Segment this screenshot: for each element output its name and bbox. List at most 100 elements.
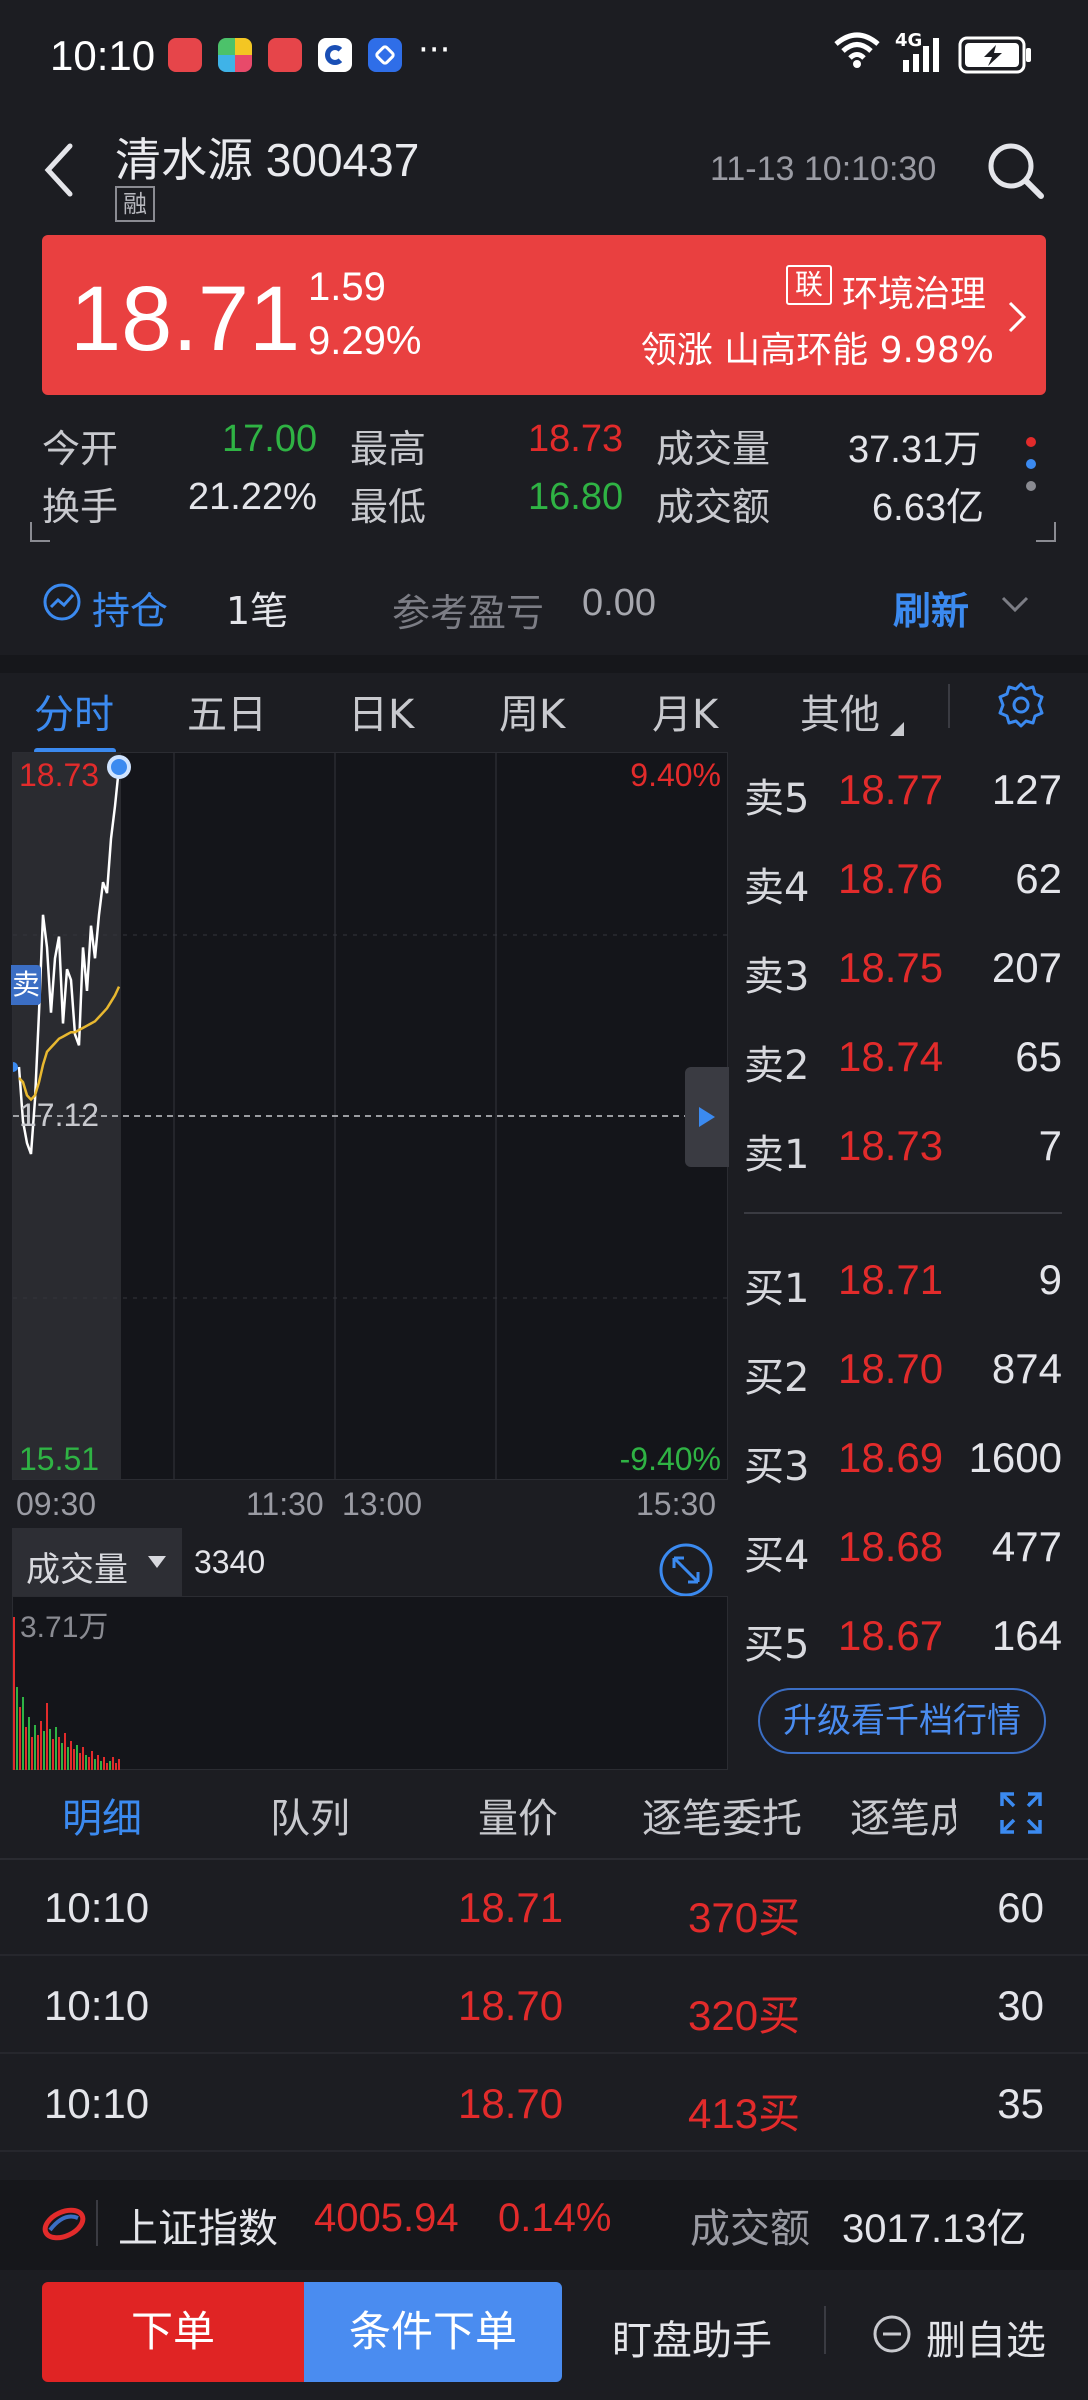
index-amount-label: 成交额 — [690, 2206, 810, 2252]
chevron-down-icon[interactable] — [1000, 594, 1030, 614]
ask-volume: 127 — [991, 766, 1062, 813]
ask-volume: 65 — [1015, 1033, 1062, 1080]
tab-queue[interactable]: 队列 — [270, 1786, 350, 1844]
tab-other[interactable]: 其他 — [800, 682, 880, 740]
indicator-label: 成交量 — [26, 1550, 128, 1590]
dropdown-icon — [148, 1556, 166, 1568]
sell-marker[interactable]: 卖 — [11, 965, 41, 1005]
gear-icon[interactable] — [996, 680, 1046, 730]
status-bar: 10:10 ··· 4G — [0, 0, 1088, 110]
ask-price: 18.77 — [838, 766, 944, 813]
bid-price: 18.71 — [838, 1256, 944, 1303]
bid-label: 买2 — [744, 1355, 810, 1401]
bid-row[interactable]: 买3 18.69 1600 — [744, 1434, 1062, 1494]
ask-price: 18.76 — [838, 855, 944, 902]
trade-point-dot — [13, 1062, 18, 1072]
refresh-button[interactable]: 刷新 — [893, 580, 969, 635]
price-change-pct: 9.29% — [308, 319, 422, 363]
ask-label: 卖3 — [744, 954, 810, 1000]
bid-volume: 874 — [991, 1345, 1062, 1392]
position-label[interactable]: 持仓 — [92, 580, 168, 635]
section-divider — [0, 655, 1088, 673]
bid-price: 18.68 — [838, 1523, 944, 1570]
order-book-toggle[interactable] — [685, 1067, 729, 1167]
index-amount-value: 3017.13亿 — [842, 2207, 1027, 2251]
chart-base-price: 17.12 — [19, 1097, 100, 1133]
corner-mark — [30, 522, 50, 542]
time-tick: 11:30 — [246, 1486, 324, 1522]
colorful-app-icon — [218, 38, 252, 72]
bid-volume: 9 — [1038, 1256, 1062, 1303]
tab-volume-price[interactable]: 量价 — [478, 1786, 558, 1844]
blue-app-icon — [368, 38, 402, 72]
bid-volume: 164 — [991, 1612, 1062, 1659]
position-trend-icon — [43, 583, 81, 621]
signal-icon — [903, 38, 939, 72]
ask-price: 18.75 — [838, 944, 944, 991]
fullscreen-icon[interactable] — [998, 1790, 1044, 1836]
huawei-app-icon — [268, 38, 302, 72]
bid-volume: 477 — [991, 1523, 1062, 1570]
bid-row[interactable]: 买2 18.70 874 — [744, 1345, 1062, 1405]
index-logo-icon — [42, 2207, 86, 2241]
ask-row[interactable]: 卖4 18.76 62 — [744, 855, 1062, 915]
ask-label: 卖4 — [744, 865, 810, 911]
tab-detail[interactable]: 明细 — [62, 1786, 142, 1844]
ask-row[interactable]: 卖3 18.75 207 — [744, 944, 1062, 1004]
bid-label: 买1 — [744, 1266, 810, 1312]
tab-month-k[interactable]: 月K — [652, 682, 718, 740]
intraday-chart[interactable]: 18.73 9.40% 17.12 15.51 -9.40% 卖 — [11, 752, 729, 1480]
ask-label: 卖2 — [744, 1043, 810, 1089]
tab-trade-by-trade[interactable]: 逐笔成交 — [850, 1786, 956, 1844]
status-time: 10:10 — [50, 32, 156, 79]
ask-price: 18.73 — [838, 1122, 944, 1169]
expand-chart-icon[interactable] — [658, 1542, 714, 1598]
upgrade-depth-button[interactable]: 升级看千档行情 — [758, 1688, 1046, 1754]
tab-divider — [948, 684, 950, 728]
monitor-assistant-button[interactable]: 盯盘助手 — [612, 2308, 772, 2366]
stock-name: 清水源 300437 — [115, 134, 420, 186]
index-change-pct: 0.14% — [498, 2196, 612, 2240]
volume-max: 3.71万 — [20, 1611, 109, 1644]
bid-row[interactable]: 买1 18.71 9 — [744, 1256, 1062, 1316]
latest-price-dot — [107, 755, 131, 779]
action-divider — [824, 2306, 826, 2354]
battery-icon — [958, 36, 1031, 74]
tab-week-k[interactable]: 周K — [499, 682, 565, 740]
conditional-order-button[interactable]: 条件下单 — [304, 2282, 562, 2382]
trade-time: 10:10 — [44, 2080, 150, 2127]
chart-low-pct: -9.40% — [619, 1441, 721, 1477]
order-book-divider — [744, 1212, 1062, 1214]
tab-intraday[interactable]: 分时 — [34, 682, 114, 740]
more-notifications-icon: ··· — [418, 30, 451, 70]
low-label: 最低 — [350, 487, 427, 529]
last-price: 18.71 — [70, 268, 301, 370]
ask-row[interactable]: 卖2 18.74 65 — [744, 1033, 1062, 1093]
margin-badge: 融 — [115, 186, 155, 222]
trade-price: 18.70 — [458, 2080, 564, 2127]
tab-day-k[interactable]: 日K — [348, 682, 414, 740]
back-icon[interactable] — [40, 140, 80, 200]
bid-price: 18.70 — [838, 1345, 944, 1392]
trade-order: 320买 — [688, 1992, 801, 2039]
tab-order-by-order[interactable]: 逐笔委托 — [642, 1786, 802, 1844]
ask-row[interactable]: 卖1 18.73 7 — [744, 1122, 1062, 1182]
tab-five-day[interactable]: 五日 — [187, 682, 267, 740]
ask-volume: 207 — [991, 944, 1062, 991]
minus-circle-icon[interactable] — [872, 2314, 912, 2354]
chart-low-price: 15.51 — [19, 1441, 100, 1477]
trade-row: 10:10 18.70 413买 35 — [0, 2056, 1088, 2152]
place-order-button[interactable]: 下单 — [42, 2282, 304, 2382]
bid-price: 18.67 — [838, 1612, 944, 1659]
bid-row[interactable]: 买4 18.68 477 — [744, 1523, 1062, 1583]
quote-datetime: 11-13 10:10:30 — [710, 150, 937, 188]
search-icon[interactable] — [985, 140, 1045, 200]
remove-watchlist-button[interactable]: 删自选 — [926, 2308, 1046, 2366]
amount-value: 6.63亿 — [872, 487, 984, 529]
ask-row[interactable]: 卖5 18.77 127 — [744, 766, 1062, 826]
trade-time: 10:10 — [44, 1884, 150, 1931]
low-value: 16.80 — [528, 476, 624, 518]
price-banner[interactable]: 18.71 1.59 9.29% 联 环境治理 领涨 山高环能 9.98% — [42, 235, 1046, 395]
more-options-icon[interactable] — [1024, 430, 1038, 500]
bid-row[interactable]: 买5 18.67 164 — [744, 1612, 1062, 1672]
